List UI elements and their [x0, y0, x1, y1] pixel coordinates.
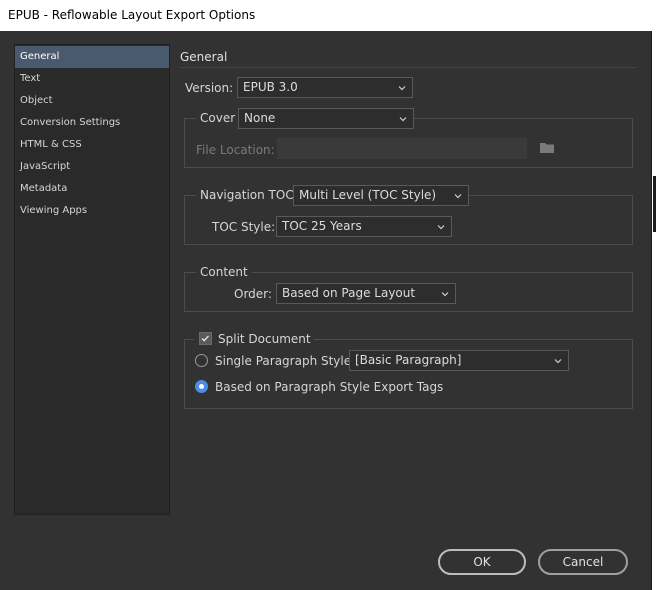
version-dropdown[interactable]: EPUB 3.0 [237, 77, 413, 98]
sidebar-item-viewing-apps[interactable]: Viewing Apps [15, 200, 169, 222]
sidebar-item-general[interactable]: General [15, 46, 169, 68]
navigation-toc-value: Multi Level (TOC Style) [299, 188, 437, 202]
single-paragraph-style-label: Single Paragraph Style [215, 354, 352, 368]
section-title: General [180, 50, 228, 64]
sidebar: General Text Object Conversion Settings … [14, 44, 170, 515]
sidebar-item-metadata[interactable]: Metadata [15, 178, 169, 200]
window-edge [652, 31, 656, 590]
single-paragraph-style-radio[interactable] [195, 354, 208, 367]
split-document-label: Split Document [218, 332, 311, 346]
section-divider [180, 67, 636, 68]
sidebar-item-javascript[interactable]: JavaScript [15, 156, 169, 178]
folder-icon [540, 143, 554, 153]
version-label: Version: [185, 81, 234, 95]
cancel-button[interactable]: Cancel [538, 549, 628, 575]
navigation-toc-dropdown[interactable]: Multi Level (TOC Style) [293, 185, 469, 206]
paragraph-style-value: [Basic Paragraph] [355, 353, 462, 367]
chevron-down-icon [398, 86, 406, 91]
file-location-label: File Location: [196, 143, 275, 157]
cover-dropdown[interactable]: None [238, 108, 414, 129]
chevron-down-icon [454, 194, 462, 199]
window-title: EPUB - Reflowable Layout Export Options [8, 8, 256, 22]
chevron-down-icon [399, 117, 407, 122]
ok-button[interactable]: OK [438, 549, 526, 575]
checkmark-icon [201, 335, 209, 342]
version-value: EPUB 3.0 [243, 80, 298, 94]
cover-value: None [244, 111, 276, 125]
paragraph-style-dropdown[interactable]: [Basic Paragraph] [349, 350, 569, 371]
sidebar-item-conversion-settings[interactable]: Conversion Settings [15, 112, 169, 134]
toc-style-dropdown[interactable]: TOC 25 Years [276, 216, 452, 237]
toc-style-label: TOC Style: [212, 220, 276, 234]
chevron-down-icon [441, 292, 449, 297]
file-location-field [277, 138, 527, 159]
chevron-down-icon [437, 225, 445, 230]
content-label: Content [196, 265, 252, 279]
navigation-toc-label: Navigation TOC [196, 188, 298, 202]
order-label: Order: [234, 287, 272, 301]
order-dropdown[interactable]: Based on Page Layout [276, 283, 456, 304]
export-tags-radio[interactable] [195, 380, 208, 393]
toc-style-value: TOC 25 Years [282, 219, 362, 233]
chevron-down-icon [554, 359, 562, 364]
sidebar-item-html-css[interactable]: HTML & CSS [15, 134, 169, 156]
export-tags-label: Based on Paragraph Style Export Tags [215, 380, 444, 394]
cover-label: Cover [196, 111, 240, 125]
sidebar-item-object[interactable]: Object [15, 90, 169, 112]
title-bar: EPUB - Reflowable Layout Export Options [0, 0, 656, 31]
split-document-checkbox[interactable] [199, 332, 212, 345]
sidebar-item-text[interactable]: Text [15, 68, 169, 90]
order-value: Based on Page Layout [282, 286, 416, 300]
